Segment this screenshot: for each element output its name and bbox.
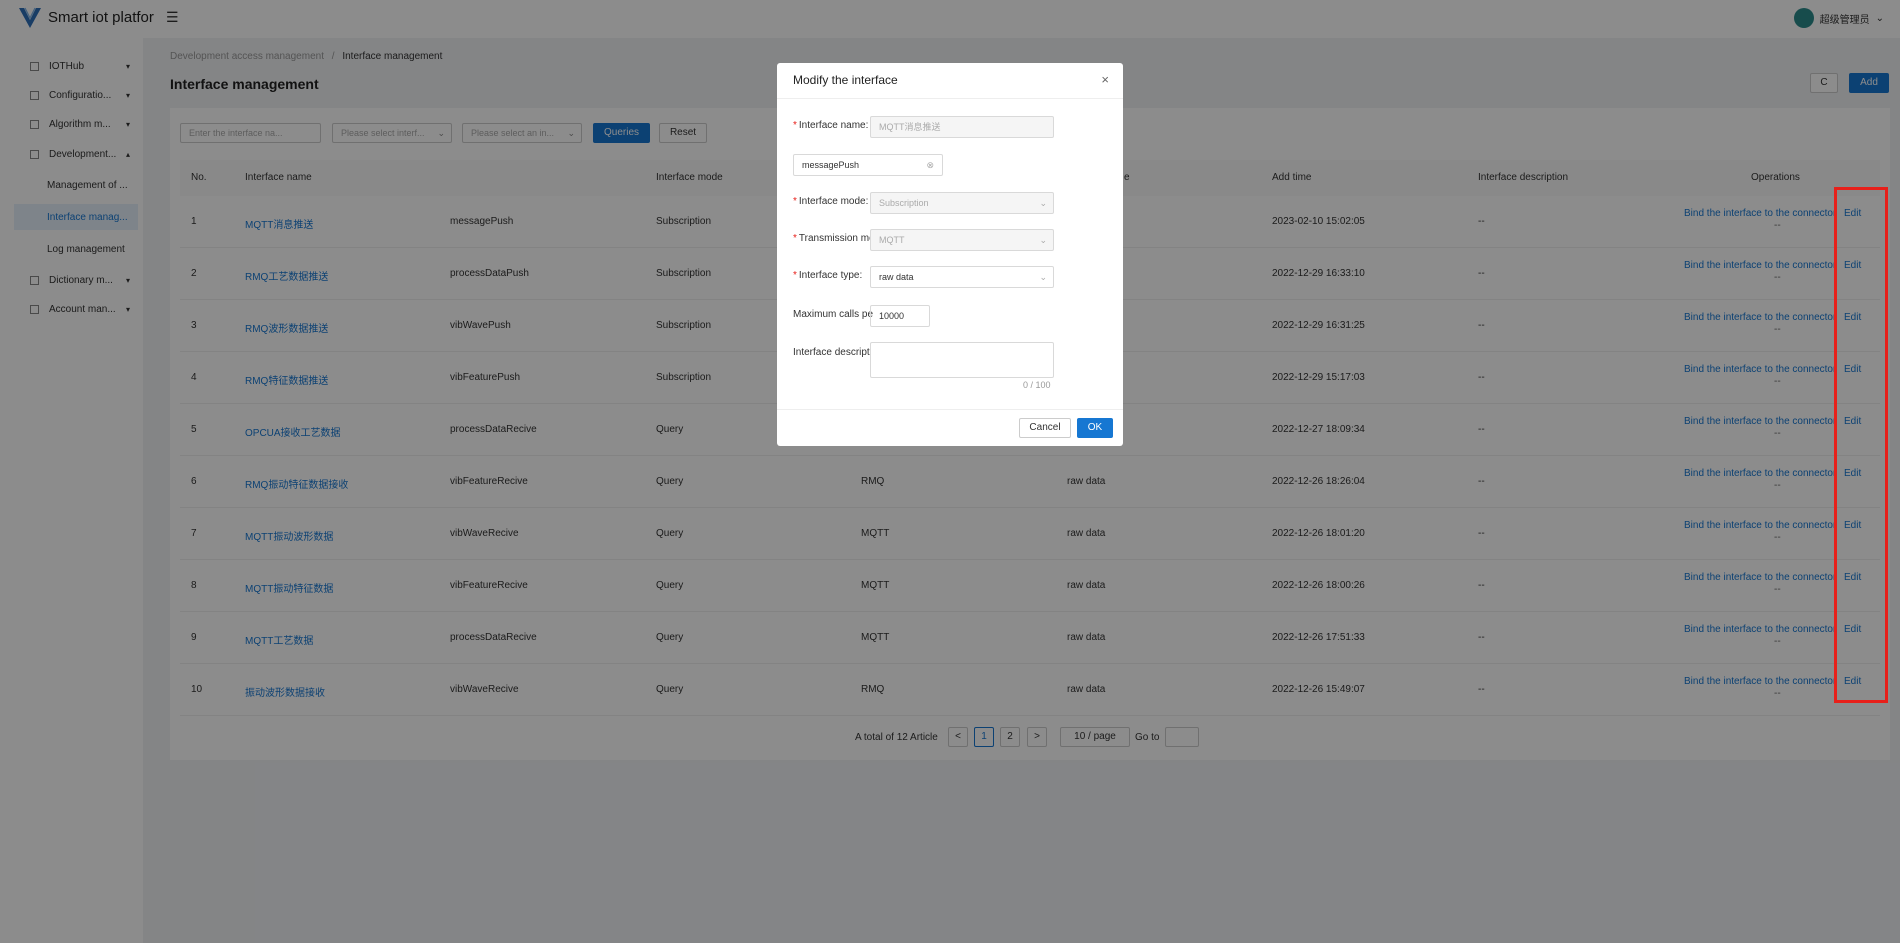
required-mark: * <box>793 120 797 131</box>
dialog-footer-divider <box>777 409 1123 410</box>
cancel-button[interactable]: Cancel <box>1019 418 1071 438</box>
dialog-divider <box>777 98 1123 99</box>
label-text: Transmission mo <box>798 233 873 244</box>
label-text: Interface name: <box>798 120 869 131</box>
description-char-count: 0 / 100 <box>1023 380 1051 390</box>
select-value: MQTT <box>879 235 905 245</box>
interface-mode-label: * Interface mode: <box>793 196 873 207</box>
interface-code-field[interactable]: messagePush ⊗ <box>793 154 943 176</box>
required-mark: * <box>793 196 797 207</box>
interface-description-label: Interface descript <box>793 347 870 358</box>
select-value: raw data <box>879 272 914 282</box>
clear-icon[interactable]: ⊗ <box>926 155 934 175</box>
close-icon[interactable]: × <box>1101 72 1109 87</box>
interface-type-select[interactable]: raw data ⌄ <box>870 266 1054 288</box>
interface-name-label: * Interface name: <box>793 120 873 131</box>
chevron-down-icon: ⌄ <box>1039 235 1047 245</box>
interface-name-field[interactable]: MQTT消息推送 <box>870 116 1054 138</box>
dialog-title: Modify the interface <box>793 73 898 87</box>
interface-mode-select[interactable]: Subscription ⌄ <box>870 192 1054 214</box>
ok-button[interactable]: OK <box>1077 418 1113 438</box>
transmission-mode-label: * Transmission mo <box>793 233 873 244</box>
modify-interface-dialog: Modify the interface × * Interface name: … <box>777 63 1123 446</box>
select-value: Subscription <box>879 198 929 208</box>
field-value: messagePush <box>802 160 860 170</box>
edit-column-highlight <box>1834 187 1888 703</box>
label-text: Interface mode: <box>798 196 869 207</box>
interface-type-label: * Interface type: <box>793 270 873 281</box>
chevron-down-icon: ⌄ <box>1039 272 1047 282</box>
max-calls-input[interactable]: 10000 <box>870 305 930 327</box>
required-mark: * <box>793 270 797 281</box>
required-mark: * <box>793 233 797 244</box>
interface-description-textarea[interactable] <box>870 342 1054 378</box>
max-calls-label: Maximum calls pe <box>793 309 873 320</box>
transmission-mode-select[interactable]: MQTT ⌄ <box>870 229 1054 251</box>
label-text: Interface type: <box>798 270 863 281</box>
chevron-down-icon: ⌄ <box>1039 198 1047 208</box>
